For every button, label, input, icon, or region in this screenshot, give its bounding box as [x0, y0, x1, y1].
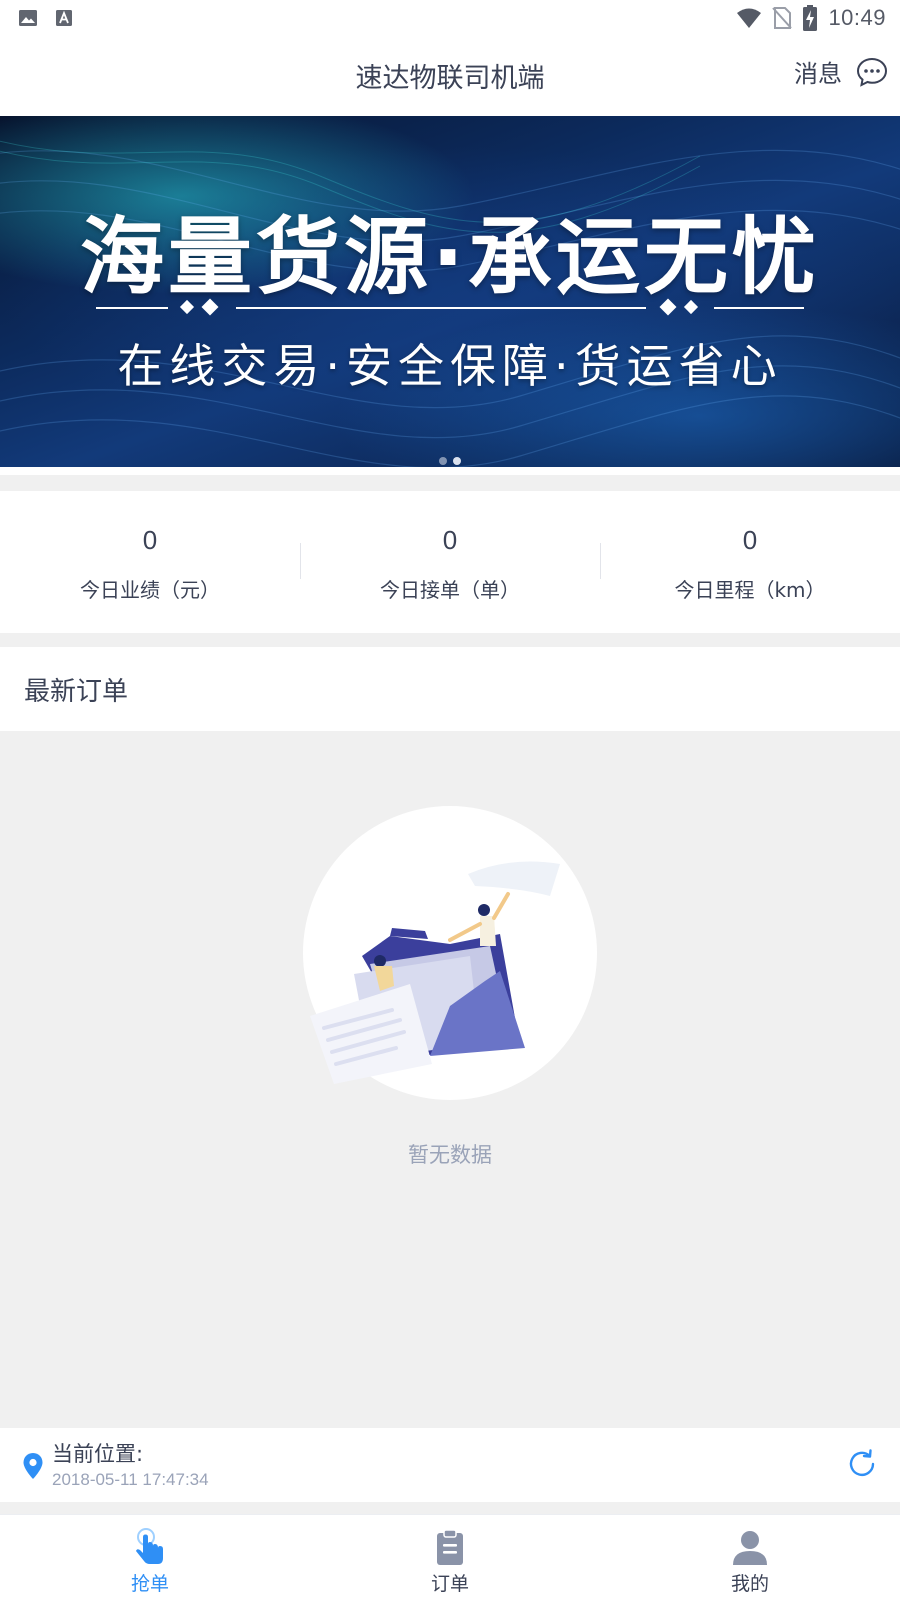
messages-label: 消息 — [794, 60, 842, 88]
battery-charging-icon — [803, 5, 818, 31]
banner-dot[interactable] — [439, 457, 447, 465]
stat-value: 0 — [442, 525, 458, 555]
section-gap — [0, 475, 900, 491]
nav-grab-orders[interactable]: 抢单 — [0, 1515, 300, 1600]
page-title: 速达物联司机端 — [355, 63, 545, 94]
font-icon — [56, 10, 72, 26]
promo-banner[interactable]: 海量货源·承运无忧 在线交易·安全保障·货运省心 — [0, 116, 900, 467]
clipboard-icon — [437, 1529, 463, 1565]
stat-mileage: 0 今日里程（km） — [600, 491, 900, 633]
section-title: 最新订单 — [24, 677, 129, 707]
nav-profile[interactable]: 我的 — [600, 1515, 900, 1600]
banner-headline: 海量货源·承运无忧 — [80, 208, 820, 306]
nav-orders[interactable]: 订单 — [300, 1515, 600, 1600]
stat-label: 今日业绩（元） — [80, 578, 220, 602]
location-label: 当前位置: — [52, 1442, 144, 1466]
wifi-icon — [737, 8, 762, 28]
bottom-nav: 抢单 订单 我的 — [0, 1514, 900, 1600]
location-timestamp: 2018-05-11 17:47:34 — [52, 1470, 209, 1489]
stat-label: 今日里程（km） — [674, 578, 826, 602]
section-gap — [0, 1502, 900, 1514]
image-icon — [19, 10, 37, 26]
banner-dot-active[interactable] — [453, 457, 461, 465]
stat-value: 0 — [742, 525, 758, 555]
banner-divider — [96, 298, 804, 316]
tap-hand-icon — [136, 1528, 163, 1564]
status-bar: 10:49 — [0, 0, 900, 36]
nav-label: 订单 — [430, 1573, 469, 1595]
banner-subline: 在线交易·安全保障·货运省心 — [117, 339, 783, 393]
nav-label: 我的 — [730, 1573, 769, 1595]
current-location-bar: 当前位置: 2018-05-11 17:47:34 — [0, 1428, 900, 1502]
nav-label: 抢单 — [130, 1573, 169, 1595]
chat-bubble-icon — [856, 57, 888, 87]
messages-button[interactable]: 消息 — [794, 54, 888, 89]
location-pin-icon — [23, 1453, 43, 1479]
user-icon — [733, 1531, 767, 1565]
stat-value: 0 — [142, 525, 158, 555]
stat-label: 今日接单（单） — [380, 578, 520, 602]
today-stats: 0 今日业绩（元） 0 今日接单（单） 0 今日里程（km） — [0, 491, 900, 633]
empty-folder-illustration — [303, 806, 597, 1100]
status-time: 10:49 — [828, 5, 886, 30]
app-header: 速达物联司机端 消息 — [0, 36, 900, 116]
refresh-icon[interactable] — [844, 1446, 880, 1482]
no-sim-icon — [772, 7, 793, 29]
banner-pagination — [0, 457, 900, 465]
section-gap — [0, 633, 900, 647]
empty-text: 暂无数据 — [408, 1143, 492, 1167]
latest-orders-header: 最新订单 — [0, 647, 900, 731]
stat-earnings: 0 今日业绩（元） — [0, 491, 300, 633]
orders-empty-state: 暂无数据 — [0, 731, 900, 1428]
stat-orders: 0 今日接单（单） — [300, 491, 600, 633]
